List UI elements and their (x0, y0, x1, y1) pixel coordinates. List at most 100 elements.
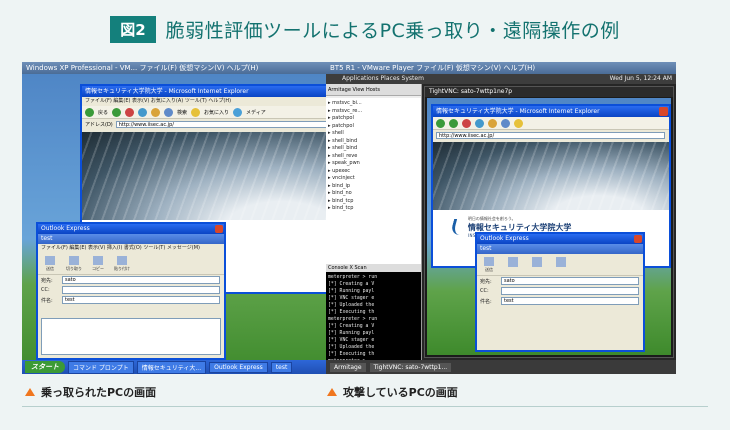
xp-taskbar: スタート コマンド プロンプト 情報セキュリティ大... Outlook Exp… (22, 360, 372, 374)
send-button[interactable]: 送信 (42, 255, 58, 272)
tree-item[interactable]: ▸ vncinject (328, 175, 419, 183)
ie-menu-bar[interactable]: ファイル(F) 編集(E) 表示(V) お気に入り(A) ツール(T) ヘルプ(… (82, 97, 366, 106)
triangle-icon (25, 388, 35, 396)
copy-button[interactable] (529, 256, 545, 273)
tree-item[interactable]: ▸ bind_tcp (328, 198, 419, 206)
media-button[interactable]: メディア (246, 109, 266, 116)
logo-mark-icon (452, 219, 464, 235)
meterpreter-console[interactable]: meterpreter > run [*] Creating a V [*] Run… (326, 272, 421, 360)
tree-item[interactable]: ▸ patchpol (328, 123, 419, 131)
favorites-icon[interactable] (514, 118, 523, 128)
campus-building-photo (433, 142, 669, 211)
paste-icon (556, 256, 566, 267)
tree-item[interactable]: ▸ patchpol (328, 115, 419, 123)
forward-icon[interactable] (449, 118, 458, 128)
subject-row: 件名: test (38, 295, 224, 305)
taskbar-item-armitage[interactable]: Armitage (330, 362, 366, 372)
vm-titlebar: BT5 R1 - VMware Player ファイル(F) 仮想マシン(V) … (326, 62, 676, 74)
cc-field[interactable] (62, 286, 220, 294)
vm-titlebar: Windows XP Professional - VM... ファイル(F) … (22, 62, 372, 74)
tree-item[interactable]: ▸ mstsvc_bi... (328, 100, 419, 108)
taskbar-item[interactable]: test (270, 361, 293, 373)
compose-toolbar: 送信 (477, 254, 643, 276)
console-line: [*] VNC stager e (328, 296, 375, 301)
to-field[interactable]: sato (62, 276, 220, 284)
to-row: 宛先: sato (38, 275, 224, 285)
gnome-clock: Wed Jun 5, 12:24 AM (609, 75, 672, 82)
tree-item[interactable]: ▸ bind_ip (328, 183, 419, 191)
tree-item[interactable]: ▸ speak_pwn (328, 160, 419, 168)
tree-item[interactable]: ▸ shell_reve (328, 153, 419, 161)
back-button[interactable]: 戻る (98, 109, 108, 116)
cc-field[interactable] (501, 287, 639, 295)
tree-item[interactable]: ▸ shell_bind (328, 145, 419, 153)
compose-menu-bar[interactable]: ファイル(F) 編集(E) 表示(V) 挿入(I) 書式(O) ツール(T) メ… (38, 244, 224, 253)
close-icon[interactable] (215, 225, 223, 233)
media-icon[interactable] (233, 107, 243, 117)
back-icon[interactable] (436, 118, 445, 128)
favorites-button[interactable]: お気に入り (204, 109, 229, 116)
taskbar-item[interactable]: コマンド プロンプト (68, 360, 134, 374)
copy-button[interactable]: コピー (90, 255, 106, 272)
close-icon[interactable] (659, 107, 668, 116)
compose-toolbar: 送信 切り取り コピー 貼り付け (38, 253, 224, 275)
search-icon[interactable] (501, 118, 510, 128)
close-icon[interactable] (634, 235, 642, 243)
figure-title-row: 図2 脆弱性評価ツールによるPC乗っ取り・遠隔操作の例 (0, 12, 730, 46)
taskbar-item[interactable]: 情報セキュリティ大... (136, 360, 207, 374)
taskbar-item[interactable]: Outlook Express (209, 361, 268, 373)
caption-right-text: 攻撃しているPCの画面 (343, 386, 458, 399)
tree-item[interactable]: ▸ upexec (328, 168, 419, 176)
taskbar-item-tightvnc[interactable]: TightVNC: sato-7wttp1... (369, 362, 452, 372)
tree-item[interactable]: ▸ shell (328, 130, 419, 138)
send-button[interactable]: 送信 (481, 256, 497, 273)
forward-icon[interactable] (112, 107, 122, 117)
outlook-app-titlebar: Outlook Express (477, 234, 643, 244)
cut-button[interactable]: 切り取り (66, 255, 82, 272)
subject-field[interactable]: test (501, 297, 639, 305)
hijacked-pc-screenshot: Windows XP Professional - VM... ファイル(F) … (22, 62, 372, 374)
tree-item[interactable]: ▸ mstsvc_re... (328, 108, 419, 116)
stop-icon[interactable] (125, 107, 135, 117)
compose-titlebar: test (477, 244, 643, 254)
xp-desktop: 情報セキュリティ大学院大学 - Microsoft Internet Explo… (22, 74, 372, 374)
back-icon[interactable] (85, 107, 94, 117)
console-line: [*] Running payl (328, 331, 375, 336)
home-icon[interactable] (151, 107, 161, 117)
console-line: [*] Creating a V (328, 324, 375, 329)
armitage-menu[interactable]: Armitage View Hosts (326, 84, 421, 96)
refresh-icon[interactable] (138, 107, 148, 117)
vnc-titlebar: TightVNC: sato-7wttp1ne7p (425, 87, 673, 97)
tree-item[interactable]: ▸ bind_no (328, 190, 419, 198)
paste-button[interactable] (553, 256, 569, 273)
start-button[interactable]: スタート (25, 361, 65, 373)
module-tree[interactable]: ▸ mstsvc_bi... ▸ mstsvc_re... ▸ patchpol ▸ … (326, 98, 421, 270)
tree-item[interactable]: ▸ bind_tcp (328, 205, 419, 213)
console-line: [*] VNC stager e (328, 338, 375, 343)
paste-button[interactable]: 貼り付け (114, 255, 130, 272)
paste-icon (117, 255, 127, 265)
armitage-tabs[interactable]: Console X Scan (326, 264, 421, 272)
message-body[interactable] (41, 318, 221, 355)
subject-field[interactable]: test (62, 296, 220, 304)
search-icon[interactable] (164, 107, 174, 117)
refresh-icon[interactable] (475, 118, 484, 128)
compose-titlebar: test (38, 234, 224, 244)
stop-icon[interactable] (462, 118, 471, 128)
tree-item[interactable]: ▸ shell_bind (328, 138, 419, 146)
tightvnc-window: TightVNC: sato-7wttp1ne7p 情報セキュリティ大学院大学 … (424, 86, 674, 358)
gnome-menu[interactable]: Applications Places System (342, 74, 424, 84)
address-input[interactable]: http://www.iisec.ac.jp/ (436, 131, 665, 139)
remote-outlook-window: Outlook Express test 送信 宛先: sato CC: 件名:… (475, 232, 645, 352)
remote-desktop-view[interactable]: 情報セキュリティ大学院大学 - Microsoft Internet Explo… (427, 98, 671, 355)
home-icon[interactable] (488, 118, 497, 128)
ie-toolbar: 戻る 検索 お気に入り メディア (82, 106, 366, 119)
scissors-icon (69, 255, 79, 265)
cc-row: CC: (477, 286, 643, 296)
search-button[interactable]: 検索 (177, 109, 187, 116)
cut-button[interactable] (505, 256, 521, 273)
console-line: [*] Uploaded the (328, 303, 375, 308)
to-field[interactable]: sato (501, 277, 639, 285)
favorites-icon[interactable] (191, 107, 201, 117)
address-bar: http://www.iisec.ac.jp/ (433, 130, 669, 140)
